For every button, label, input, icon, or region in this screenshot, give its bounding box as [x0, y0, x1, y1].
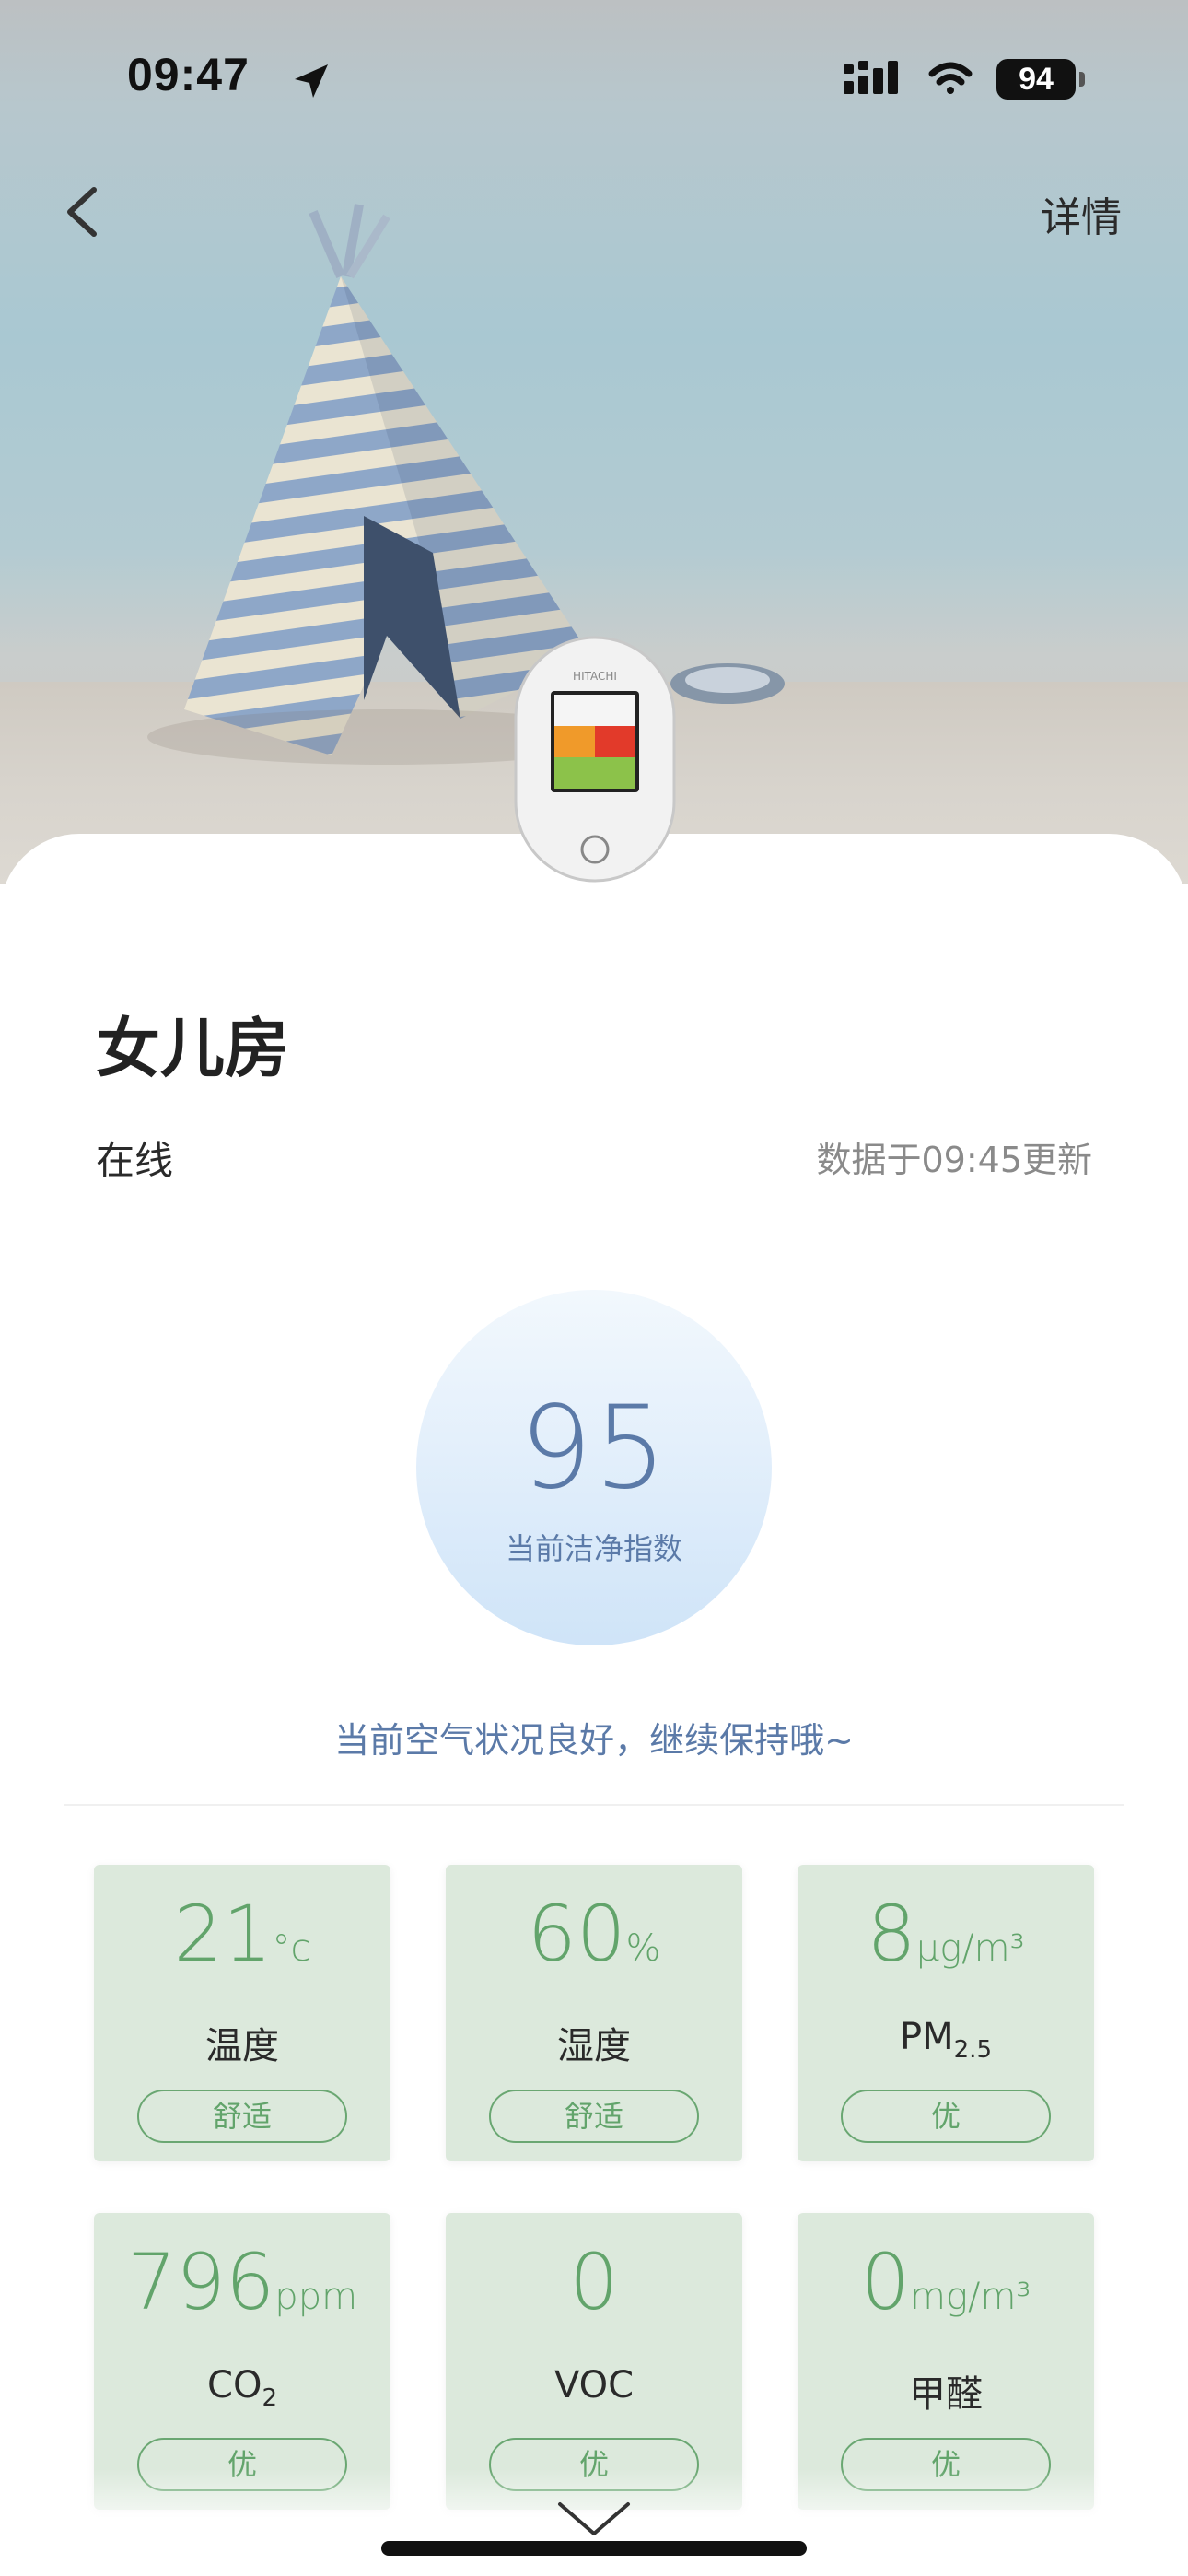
- wifi-icon: [928, 62, 973, 94]
- room-title: 女儿房: [96, 1011, 289, 1086]
- metric-rating-badge: 舒适: [137, 2090, 347, 2143]
- air-status-message: 当前空气状况良好，继续保持哦~: [334, 1720, 854, 1761]
- metric-unit: °c: [272, 1927, 311, 1970]
- metric-tile-humidity[interactable]: 60% 湿度 舒适: [446, 1865, 742, 2161]
- metric-tile-pm25[interactable]: 8μg/m³ PM2.5 优: [798, 1865, 1094, 2161]
- detail-button[interactable]: 详情: [1041, 184, 1122, 243]
- metric-value: 0: [860, 2237, 910, 2327]
- metric-name-sub: 2: [262, 2384, 277, 2412]
- device-status: 在线: [96, 1138, 174, 1183]
- metric-name: VOC: [553, 2364, 635, 2406]
- status-bar: 09:47 94: [0, 0, 1188, 157]
- metric-value: 8: [867, 1889, 916, 1979]
- metric-tile-co2[interactable]: 796ppm CO2 优: [94, 2213, 390, 2510]
- metric-rating-badge: 优: [841, 2090, 1051, 2143]
- device-brand: HITACHI: [573, 670, 617, 683]
- metric-unit: %: [625, 1927, 661, 1970]
- clean-index-circle: 95 当前洁净指数: [416, 1290, 772, 1645]
- clean-index-label: 当前洁净指数: [505, 1531, 682, 1566]
- chevron-down-icon[interactable]: [556, 2499, 632, 2541]
- status-time: 09:47: [127, 49, 250, 100]
- metric-tile-formaldehyde[interactable]: 0mg/m³ 甲醛 优: [798, 2213, 1094, 2510]
- home-indicator: [381, 2541, 807, 2556]
- divider: [64, 1804, 1124, 1806]
- metric-tile-temperature[interactable]: 21°c 温度 舒适: [94, 1865, 390, 2161]
- metric-value: 796: [126, 2237, 275, 2327]
- metric-name: 湿度: [557, 2025, 631, 2067]
- battery-tip: [1079, 72, 1085, 87]
- metric-unit: mg/m³: [910, 2276, 1031, 2318]
- chevron-left-icon[interactable]: [55, 181, 111, 245]
- clean-index-value: 95: [519, 1382, 669, 1515]
- metric-name-text: CO: [207, 2364, 262, 2406]
- location-arrow-icon: [295, 64, 328, 98]
- metric-name: 甲醛: [909, 2373, 983, 2416]
- metric-value: 21: [173, 1889, 273, 1979]
- cellular-signal-icon: [844, 61, 898, 94]
- metric-value: 60: [527, 1889, 626, 1979]
- monitor-device: HITACHI: [514, 636, 676, 883]
- metric-unit: ppm: [274, 2276, 358, 2318]
- metric-name-text: PM: [900, 2016, 954, 2058]
- battery-icon: 94: [996, 59, 1076, 100]
- metric-value: 0: [569, 2237, 619, 2327]
- metric-name: 温度: [205, 2025, 279, 2067]
- metric-unit: μg/m³: [915, 1927, 1025, 1970]
- metric-rating-badge: 舒适: [489, 2090, 699, 2143]
- metric-name: PM2.5: [798, 2016, 1094, 2064]
- metric-name: CO2: [94, 2364, 390, 2412]
- metric-tile-voc[interactable]: 0 VOC 优: [446, 2213, 742, 2510]
- metric-name-sub: 2.5: [953, 2036, 992, 2064]
- update-time: 数据于09:45更新: [816, 1140, 1092, 1180]
